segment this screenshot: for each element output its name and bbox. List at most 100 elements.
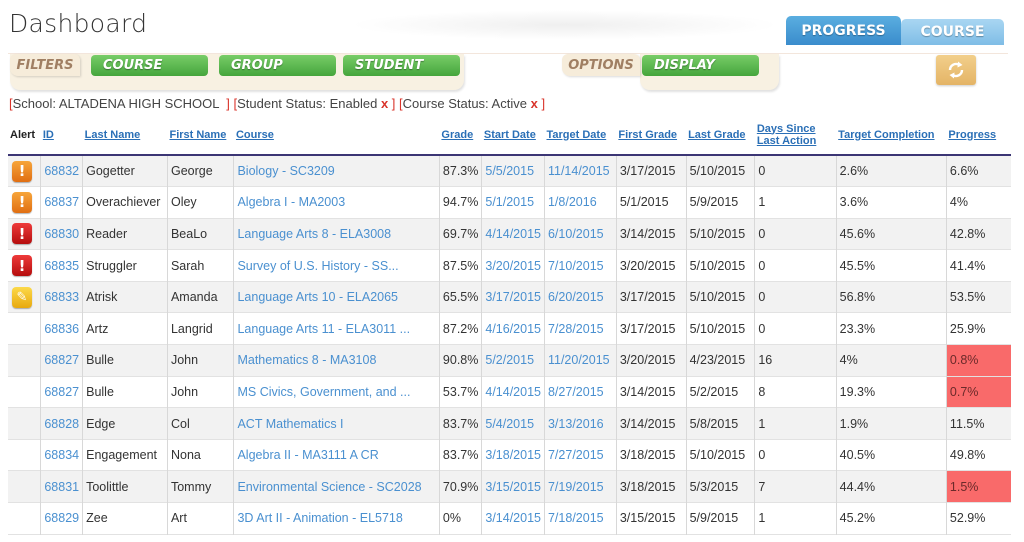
start-date[interactable]: 4/16/2015 (481, 312, 545, 345)
sort-last-grade[interactable]: Last Grade (688, 129, 745, 141)
sort-course[interactable]: Course (236, 129, 274, 141)
group-filter-button[interactable]: GROUP (219, 55, 336, 76)
progress: 4% (945, 186, 1011, 219)
target-completion: 2.6% (835, 155, 947, 187)
days-since-label-2[interactable]: Last Action (757, 135, 817, 147)
note-icon[interactable]: ✎ (12, 286, 32, 308)
warning-icon[interactable]: ! (12, 160, 32, 182)
sort-progress[interactable]: Progress (948, 129, 996, 141)
alert-icon[interactable]: ! (12, 223, 32, 245)
course-link[interactable]: Environmental Science - SC2028 (233, 470, 440, 503)
course-link[interactable]: Survey of U.S. History - SS... (233, 249, 440, 282)
progress: 41.4% (945, 249, 1011, 282)
last-grade-date: 5/8/2015 (685, 407, 755, 440)
start-date[interactable]: 3/14/2015 (481, 502, 545, 535)
course-filter-button[interactable]: COURSE (91, 55, 208, 76)
sort-target-completion[interactable]: Target Completion (838, 129, 934, 141)
course-link[interactable]: Language Arts 10 - ELA2065 (233, 281, 440, 313)
student-status-filter: Student Status: Enabled (237, 96, 381, 111)
target-date[interactable]: 6/20/2015 (543, 281, 617, 313)
course-link[interactable]: MS Civics, Government, and ... (233, 376, 440, 408)
remove-student-status-button[interactable]: x (381, 96, 388, 111)
start-date[interactable]: 3/18/2015 (481, 439, 545, 471)
start-date[interactable]: 4/14/2015 (481, 376, 545, 408)
table-row: 68829 Zee Art 3D Art II - Animation - EL571… (8, 502, 1011, 535)
course-link[interactable]: Language Arts 11 - ELA3011 ... (233, 312, 440, 345)
target-date[interactable]: 7/19/2015 (543, 470, 617, 503)
table-row: ! 68830 Reader BeaLo Language Arts 8 - ELA30… (8, 218, 1011, 250)
start-date[interactable]: 3/15/2015 (481, 470, 545, 503)
course-link[interactable]: Algebra I - MA2003 (233, 186, 440, 219)
target-date[interactable]: 7/10/2015 (543, 249, 617, 282)
student-id[interactable]: 68831 (40, 470, 83, 503)
first-grade-date: 3/20/2015 (615, 249, 687, 282)
first-name: John (166, 344, 234, 377)
course-link[interactable]: Language Arts 8 - ELA3008 (233, 218, 440, 250)
days-since-last-action: 0 (754, 218, 837, 250)
remove-course-status-button[interactable]: x (531, 96, 538, 111)
student-id[interactable]: 68836 (40, 312, 83, 345)
target-date[interactable]: 3/13/2016 (543, 407, 617, 440)
target-date[interactable]: 8/27/2015 (543, 376, 617, 408)
target-date[interactable]: 7/18/2015 (543, 502, 617, 535)
days-since-last-action: 1 (754, 407, 837, 440)
grade: 87.5% (438, 249, 482, 282)
sort-id[interactable]: ID (43, 129, 54, 141)
days-since-label-1[interactable]: Days Since (757, 123, 816, 135)
target-date[interactable]: 11/20/2015 (543, 344, 617, 377)
progress: 1.5% (945, 470, 1011, 503)
sort-days-since-last-action[interactable]: Days Since Last Action (755, 115, 836, 155)
sort-grade[interactable]: Grade (441, 129, 473, 141)
student-id[interactable]: 68834 (40, 439, 83, 471)
start-date[interactable]: 5/2/2015 (481, 344, 545, 377)
tab-course[interactable]: COURSE (901, 19, 1004, 45)
target-date[interactable]: 11/14/2015 (543, 155, 617, 187)
target-date[interactable]: 6/10/2015 (543, 218, 617, 250)
student-id[interactable]: 68837 (40, 186, 83, 219)
student-id[interactable]: 68835 (40, 249, 83, 282)
first-name: John (166, 376, 234, 408)
course-link[interactable]: ACT Mathematics I (233, 407, 440, 440)
tab-progress[interactable]: PROGRESS (786, 16, 901, 45)
student-filter-button[interactable]: STUDENT (343, 55, 460, 76)
student-id[interactable]: 68829 (40, 502, 83, 535)
target-date[interactable]: 7/28/2015 (543, 312, 617, 345)
grade: 53.7% (438, 376, 482, 408)
first-name: Tommy (166, 470, 234, 503)
sort-first-name[interactable]: First Name (169, 129, 226, 141)
sort-target-date[interactable]: Target Date (546, 129, 606, 141)
first-name: BeaLo (166, 218, 234, 250)
start-date[interactable]: 3/17/2015 (481, 281, 545, 313)
start-date[interactable]: 4/14/2015 (481, 218, 545, 250)
start-date[interactable]: 5/4/2015 (481, 407, 545, 440)
display-options-button[interactable]: DISPLAY (642, 55, 759, 76)
student-id[interactable]: 68827 (40, 376, 83, 408)
student-id[interactable]: 68827 (40, 344, 83, 377)
first-grade-date: 3/15/2015 (615, 502, 687, 535)
target-completion: 3.6% (835, 186, 947, 219)
student-id[interactable]: 68832 (40, 155, 83, 187)
start-date[interactable]: 5/5/2015 (481, 155, 545, 187)
sort-first-grade[interactable]: First Grade (618, 129, 677, 141)
student-id[interactable]: 68830 (40, 218, 83, 250)
course-link[interactable]: Biology - SC3209 (233, 155, 440, 187)
refresh-button[interactable] (936, 55, 976, 85)
course-link[interactable]: 3D Art II - Animation - EL5718 (233, 502, 440, 535)
alert-icon[interactable]: ! (12, 255, 32, 277)
first-name: Amanda (166, 281, 234, 313)
sort-start-date[interactable]: Start Date (484, 129, 536, 141)
warning-icon[interactable]: ! (12, 191, 32, 213)
last-grade-date: 5/10/2015 (685, 249, 755, 282)
student-id[interactable]: 68828 (40, 407, 83, 440)
target-date[interactable]: 7/27/2015 (543, 439, 617, 471)
course-link[interactable]: Mathematics 8 - MA3108 (233, 344, 440, 377)
sort-last-name[interactable]: Last Name (85, 129, 141, 141)
grade: 87.3% (438, 155, 482, 187)
start-date[interactable]: 3/20/2015 (481, 249, 545, 282)
student-id[interactable]: 68833 (40, 281, 83, 313)
start-date[interactable]: 5/1/2015 (481, 186, 545, 219)
target-date[interactable]: 1/8/2016 (543, 186, 617, 219)
grade: 83.7% (438, 407, 482, 440)
days-since-last-action: 1 (754, 186, 837, 219)
course-link[interactable]: Algebra II - MA3111 A CR (233, 439, 440, 471)
